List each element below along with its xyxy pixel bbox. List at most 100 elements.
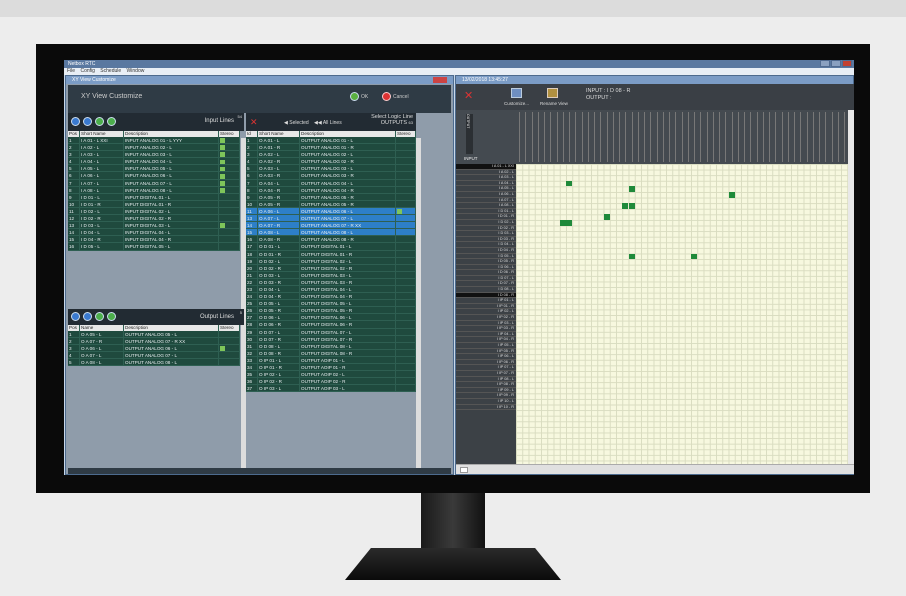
crosspoint-on[interactable]: [628, 186, 635, 192]
table-row[interactable]: 2O A 07 - R OUTPUT ANALOG 07 - R XX: [68, 338, 240, 346]
table-row[interactable]: 27 O D 06 - L OUTPUT DIGITAL 06 - L: [246, 314, 416, 322]
add-all-lines-button[interactable]: ◀◀ All Lines: [314, 120, 342, 126]
column-label-tick[interactable]: [656, 112, 658, 162]
table-row[interactable]: 15 I D 04 - R INPUT DIGITAL 04 - R: [68, 236, 240, 244]
column-label-tick[interactable]: [631, 112, 633, 162]
table-row[interactable]: 14 I D 04 - L INPUT DIGITAL 04 - L: [68, 229, 240, 237]
column-label-tick[interactable]: [700, 112, 702, 162]
column-label-tick[interactable]: [681, 112, 683, 162]
table-row[interactable]: 33 O IP 01 - L OUTPUT AOIP 01 - L: [246, 356, 416, 364]
column-label-tick[interactable]: [744, 112, 745, 162]
crosspoint-on[interactable]: [691, 253, 697, 260]
table-row[interactable]: 31 O D 08 - L OUTPUT DIGITAL 08 - L: [246, 342, 416, 350]
column-label-tick[interactable]: [587, 112, 589, 162]
column-label-tick[interactable]: [819, 112, 820, 162]
stereo-check-icon[interactable]: [220, 145, 225, 151]
column-label-tick[interactable]: [762, 112, 764, 162]
column-label-tick[interactable]: [831, 112, 833, 162]
table-row[interactable]: 11 I D 02 - L INPUT DIGITAL 02 - L: [68, 207, 240, 216]
outputs-select[interactable]: OUTPUTS 63: [371, 120, 413, 126]
table-row[interactable]: 12 I D 02 - R INPUT DIGITAL 02 - R: [68, 215, 240, 223]
table-row[interactable]: 18 O D 01 - R OUTPUT DIGITAL 01 - R: [246, 250, 416, 258]
crosspoint-on[interactable]: [628, 253, 635, 260]
table-row[interactable]: 5I A 05 - L INPUT ANALOG 05 - L: [68, 165, 240, 173]
crosspoint-on[interactable]: [728, 192, 735, 198]
logic-table-scrollbar[interactable]: [416, 138, 421, 468]
stereo-check-icon[interactable]: [220, 187, 225, 193]
table-row[interactable]: 3O A 02 - L OUTPUT ANALOG 02 - L: [246, 151, 416, 159]
crosspoint-on[interactable]: [559, 220, 566, 226]
remove-icon[interactable]: [83, 117, 92, 126]
crosspoint-on[interactable]: [603, 214, 610, 220]
table-row[interactable]: 17 O D 01 - L OUTPUT DIGITAL 01 - L: [246, 243, 416, 251]
table-row[interactable]: 16 I D 05 - L INPUT DIGITAL 05 - L: [68, 243, 240, 251]
stereo-check-icon[interactable]: [220, 173, 225, 179]
table-row[interactable]: 35 O IP 02 - L OUTPUT AOIP 02 - L: [246, 371, 416, 379]
column-label-tick[interactable]: [775, 112, 777, 162]
column-label-tick[interactable]: [669, 112, 670, 162]
table-row[interactable]: 10 I D 01 - R INPUT DIGITAL 01 - R: [68, 200, 240, 208]
column-label-tick[interactable]: [712, 112, 714, 162]
xy-vertical-scrollbar[interactable]: [848, 110, 854, 464]
column-label-tick[interactable]: [781, 112, 783, 162]
column-label-tick[interactable]: [769, 112, 770, 162]
table-row[interactable]: 34 O IP 01 - R OUTPUT AOIP 01 - R: [246, 364, 416, 372]
xy-horizontal-scrollbar[interactable]: [456, 464, 854, 474]
crosspoint-on[interactable]: [566, 180, 572, 187]
table-row[interactable]: 24 O D 04 - R OUTPUT DIGITAL 04 - R: [246, 293, 416, 301]
table-row[interactable]: 5O A 03 - L OUTPUT ANALOG 03 - L: [246, 165, 416, 173]
scroll-thumb[interactable]: [460, 467, 468, 473]
table-row[interactable]: 8O A 04 - R OUTPUT ANALOG 04 - R: [246, 186, 416, 194]
menu-window[interactable]: Window: [127, 68, 145, 74]
table-row[interactable]: 25 O D 05 - L OUTPUT DIGITAL 05 - L: [246, 300, 416, 308]
table-row[interactable]: 20 O D 02 - R OUTPUT DIGITAL 02 - R: [246, 264, 416, 272]
table-row[interactable]: 3I A 03 - L INPUT ANALOG 03 - L: [68, 151, 240, 159]
table-row[interactable]: 1O A 01 - L OUTPUT ANALOG 01 - L: [246, 137, 416, 145]
column-label-tick[interactable]: [787, 112, 789, 162]
stereo-check-icon[interactable]: [220, 346, 225, 352]
column-label-tick[interactable]: [537, 112, 539, 162]
column-label-tick[interactable]: [800, 112, 802, 162]
column-label-tick[interactable]: [612, 112, 614, 162]
table-row[interactable]: 8I A 08 - L INPUT ANALOG 08 - L: [68, 186, 240, 194]
stereo-check-icon[interactable]: [397, 209, 402, 215]
menu-file[interactable]: File: [67, 68, 75, 74]
customize-button[interactable]: Customize...: [504, 101, 529, 106]
table-row[interactable]: 30 O D 07 - R OUTPUT DIGITAL 07 - R: [246, 335, 416, 343]
crosspoint-grid[interactable]: [516, 164, 854, 464]
column-label-tick[interactable]: [737, 112, 739, 162]
column-label-tick[interactable]: [719, 112, 720, 162]
table-row[interactable]: 36 O IP 02 - R OUTPUT AOIP 02 - R: [246, 378, 416, 386]
close-view-icon[interactable]: ✕: [464, 89, 473, 102]
table-row[interactable]: 29 O D 07 - L OUTPUT DIGITAL 07 - L: [246, 328, 416, 336]
table-row[interactable]: 23 O D 04 - L OUTPUT DIGITAL 04 - L: [246, 285, 416, 294]
column-label-tick[interactable]: [569, 112, 570, 162]
column-label-tick[interactable]: [675, 112, 677, 162]
column-label-tick[interactable]: [687, 112, 689, 162]
table-row[interactable]: 9O A 05 - R OUTPUT ANALOG 05 - R: [246, 193, 416, 201]
table-row[interactable]: 5O A 08 - L OUTPUT ANALOG 08 - L: [68, 359, 240, 367]
remove-icon[interactable]: [83, 312, 92, 321]
table-row[interactable]: 15 O A 08 - L OUTPUT ANALOG 08 - L: [246, 229, 416, 237]
stereo-check-icon[interactable]: [220, 138, 225, 144]
clear-icon[interactable]: ✕: [250, 117, 258, 128]
column-label-tick[interactable]: [544, 112, 545, 162]
move-up-icon[interactable]: [95, 312, 104, 321]
column-label-tick[interactable]: [812, 112, 814, 162]
table-row[interactable]: 14 O A 07 - R OUTPUT ANALOG 07 - R XX: [246, 222, 416, 230]
crosspoint-on[interactable]: [622, 203, 629, 209]
table-row[interactable]: 28 O D 06 - R OUTPUT DIGITAL 06 - R: [246, 321, 416, 329]
table-row[interactable]: 37 O IP 03 - L OUTPUT AOIP 03 - L: [246, 385, 416, 393]
table-row[interactable]: 11 O A 06 - L OUTPUT ANALOG 06 - L: [246, 207, 416, 216]
table-row[interactable]: 22 O D 03 - R OUTPUT DIGITAL 03 - R: [246, 278, 416, 286]
column-label-tick[interactable]: [531, 112, 533, 162]
column-label-tick[interactable]: [794, 112, 795, 162]
column-label-tick[interactable]: [581, 112, 583, 162]
column-label-tick[interactable]: [637, 112, 639, 162]
table-row[interactable]: 32 O D 08 - R OUTPUT DIGITAL 08 - R: [246, 349, 416, 357]
stereo-check-icon[interactable]: [220, 159, 225, 165]
move-up-icon[interactable]: [95, 117, 104, 126]
table-row[interactable]: 4O A 02 - R OUTPUT ANALOG 02 - R: [246, 158, 416, 166]
column-label-tick[interactable]: [575, 112, 577, 162]
table-row[interactable]: 2I A 02 - L INPUT ANALOG 02 - L: [68, 144, 240, 152]
